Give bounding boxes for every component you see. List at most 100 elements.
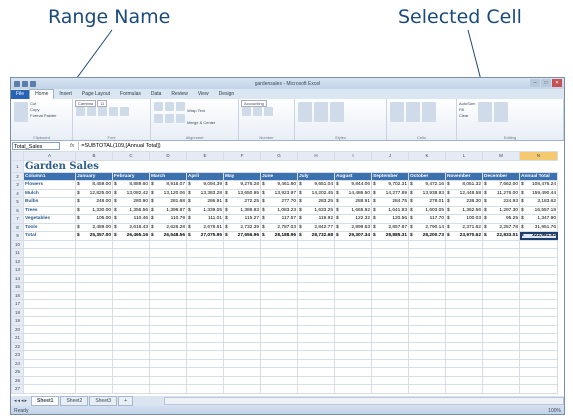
empty-cell[interactable] — [445, 265, 483, 275]
empty-cell[interactable] — [75, 324, 113, 334]
empty-cell[interactable] — [223, 282, 261, 292]
table-header-cell[interactable]: September — [371, 171, 409, 181]
table-header-cell[interactable]: January — [75, 171, 113, 181]
tab-page-layout[interactable]: Page Layout — [77, 90, 115, 99]
data-cell[interactable]: $284.75 — [371, 197, 409, 207]
empty-cell[interactable] — [519, 316, 558, 326]
empty-cell[interactable] — [260, 316, 298, 326]
row-header[interactable]: 15 — [11, 282, 24, 292]
row-header[interactable]: 11 — [11, 248, 24, 258]
data-cell[interactable]: $13,120.06 — [149, 188, 187, 198]
empty-cell[interactable] — [112, 341, 150, 351]
empty-cell[interactable] — [23, 358, 76, 368]
row-header[interactable]: 6 — [11, 205, 24, 215]
empty-cell[interactable] — [408, 341, 446, 351]
empty-cell[interactable] — [371, 265, 409, 275]
column-header[interactable]: B — [75, 151, 113, 161]
empty-cell[interactable] — [23, 324, 76, 334]
empty-cell[interactable] — [334, 248, 372, 258]
empty-cell[interactable] — [371, 299, 409, 309]
data-cell[interactable]: $8,459.00 — [75, 180, 113, 190]
row-header[interactable]: 1 — [11, 159, 24, 173]
data-cell[interactable]: $9,461.80 — [260, 180, 298, 190]
data-cell[interactable]: $1,347.90 — [519, 214, 558, 224]
row-header[interactable]: 3 — [11, 180, 24, 190]
selected-cell[interactable]: $322,981.52 — [519, 231, 558, 241]
clear-button[interactable]: Clear — [459, 113, 469, 118]
empty-cell[interactable] — [519, 350, 558, 360]
empty-cell[interactable] — [297, 282, 335, 292]
empty-cell[interactable] — [519, 265, 558, 275]
data-cell[interactable]: $120.56 — [371, 214, 409, 224]
empty-cell[interactable] — [519, 256, 558, 266]
table-header-cell[interactable]: October — [408, 171, 446, 181]
empty-cell[interactable] — [75, 239, 113, 249]
autosum-button[interactable]: AutoSum — [459, 101, 475, 106]
empty-cell[interactable] — [149, 265, 187, 275]
empty-cell[interactable] — [223, 341, 261, 351]
empty-cell[interactable] — [445, 239, 483, 249]
empty-cell[interactable] — [519, 384, 558, 394]
empty-cell[interactable] — [445, 384, 483, 394]
empty-cell[interactable] — [297, 384, 335, 394]
empty-cell[interactable] — [408, 358, 446, 368]
empty-cell[interactable] — [23, 307, 76, 317]
empty-cell[interactable] — [445, 324, 483, 334]
empty-cell[interactable] — [519, 290, 558, 300]
empty-cell[interactable] — [334, 239, 372, 249]
total-cell[interactable]: $28,732.68 — [297, 231, 335, 241]
empty-cell[interactable] — [519, 333, 558, 343]
empty-cell[interactable] — [23, 290, 76, 300]
empty-cell[interactable] — [23, 256, 76, 266]
row-label-cell[interactable]: Mulch — [23, 188, 76, 198]
empty-cell[interactable] — [482, 341, 520, 351]
column-header[interactable]: M — [482, 151, 520, 161]
table-header-cell[interactable]: Annual Total — [519, 171, 558, 181]
data-cell[interactable]: $2,790.14 — [408, 222, 446, 232]
empty-cell[interactable] — [186, 248, 224, 258]
data-cell[interactable]: $2,618.43 — [112, 222, 150, 232]
empty-cell[interactable] — [519, 282, 558, 292]
empty-cell[interactable] — [149, 256, 187, 266]
find-select-icon[interactable] — [493, 102, 508, 122]
empty-cell[interactable] — [371, 375, 409, 385]
percent-icon[interactable] — [253, 107, 262, 116]
empty-cell[interactable] — [408, 273, 446, 283]
empty-cell[interactable] — [23, 384, 76, 394]
data-cell[interactable]: $272.25 — [223, 197, 261, 207]
empty-cell[interactable] — [297, 307, 335, 317]
empty-cell[interactable] — [260, 273, 298, 283]
data-cell[interactable]: $1,362.56 — [445, 205, 483, 215]
data-cell[interactable]: $2,489.00 — [75, 222, 113, 232]
empty-cell[interactable] — [297, 316, 335, 326]
column-header[interactable]: D — [149, 151, 187, 161]
empty-cell[interactable] — [23, 341, 76, 351]
empty-cell[interactable] — [371, 341, 409, 351]
data-cell[interactable]: $2,732.39 — [223, 222, 261, 232]
data-cell[interactable]: $9,702.31 — [371, 180, 409, 190]
total-cell[interactable]: $23,970.62 — [445, 231, 483, 241]
empty-cell[interactable] — [482, 375, 520, 385]
total-cell[interactable]: $27,656.96 — [223, 231, 261, 241]
data-cell[interactable]: $1,665.92 — [334, 205, 372, 215]
empty-cell[interactable] — [371, 239, 409, 249]
empty-cell[interactable] — [519, 239, 558, 249]
empty-cell[interactable] — [297, 256, 335, 266]
tab-view[interactable]: View — [193, 90, 214, 99]
data-cell[interactable]: $13,923.97 — [260, 188, 298, 198]
column-header[interactable]: K — [408, 151, 446, 161]
empty-cell[interactable] — [186, 290, 224, 300]
empty-cell[interactable] — [149, 324, 187, 334]
empty-cell[interactable] — [112, 316, 150, 326]
empty-cell[interactable] — [186, 350, 224, 360]
empty-cell[interactable] — [445, 248, 483, 258]
empty-cell[interactable] — [334, 256, 372, 266]
data-cell[interactable]: $13,938.93 — [408, 188, 446, 198]
empty-cell[interactable] — [371, 307, 409, 317]
empty-cell[interactable] — [408, 384, 446, 394]
empty-cell[interactable] — [112, 350, 150, 360]
empty-cell[interactable] — [371, 333, 409, 343]
empty-cell[interactable] — [445, 341, 483, 351]
data-cell[interactable]: $2,899.63 — [334, 222, 372, 232]
empty-cell[interactable] — [260, 333, 298, 343]
